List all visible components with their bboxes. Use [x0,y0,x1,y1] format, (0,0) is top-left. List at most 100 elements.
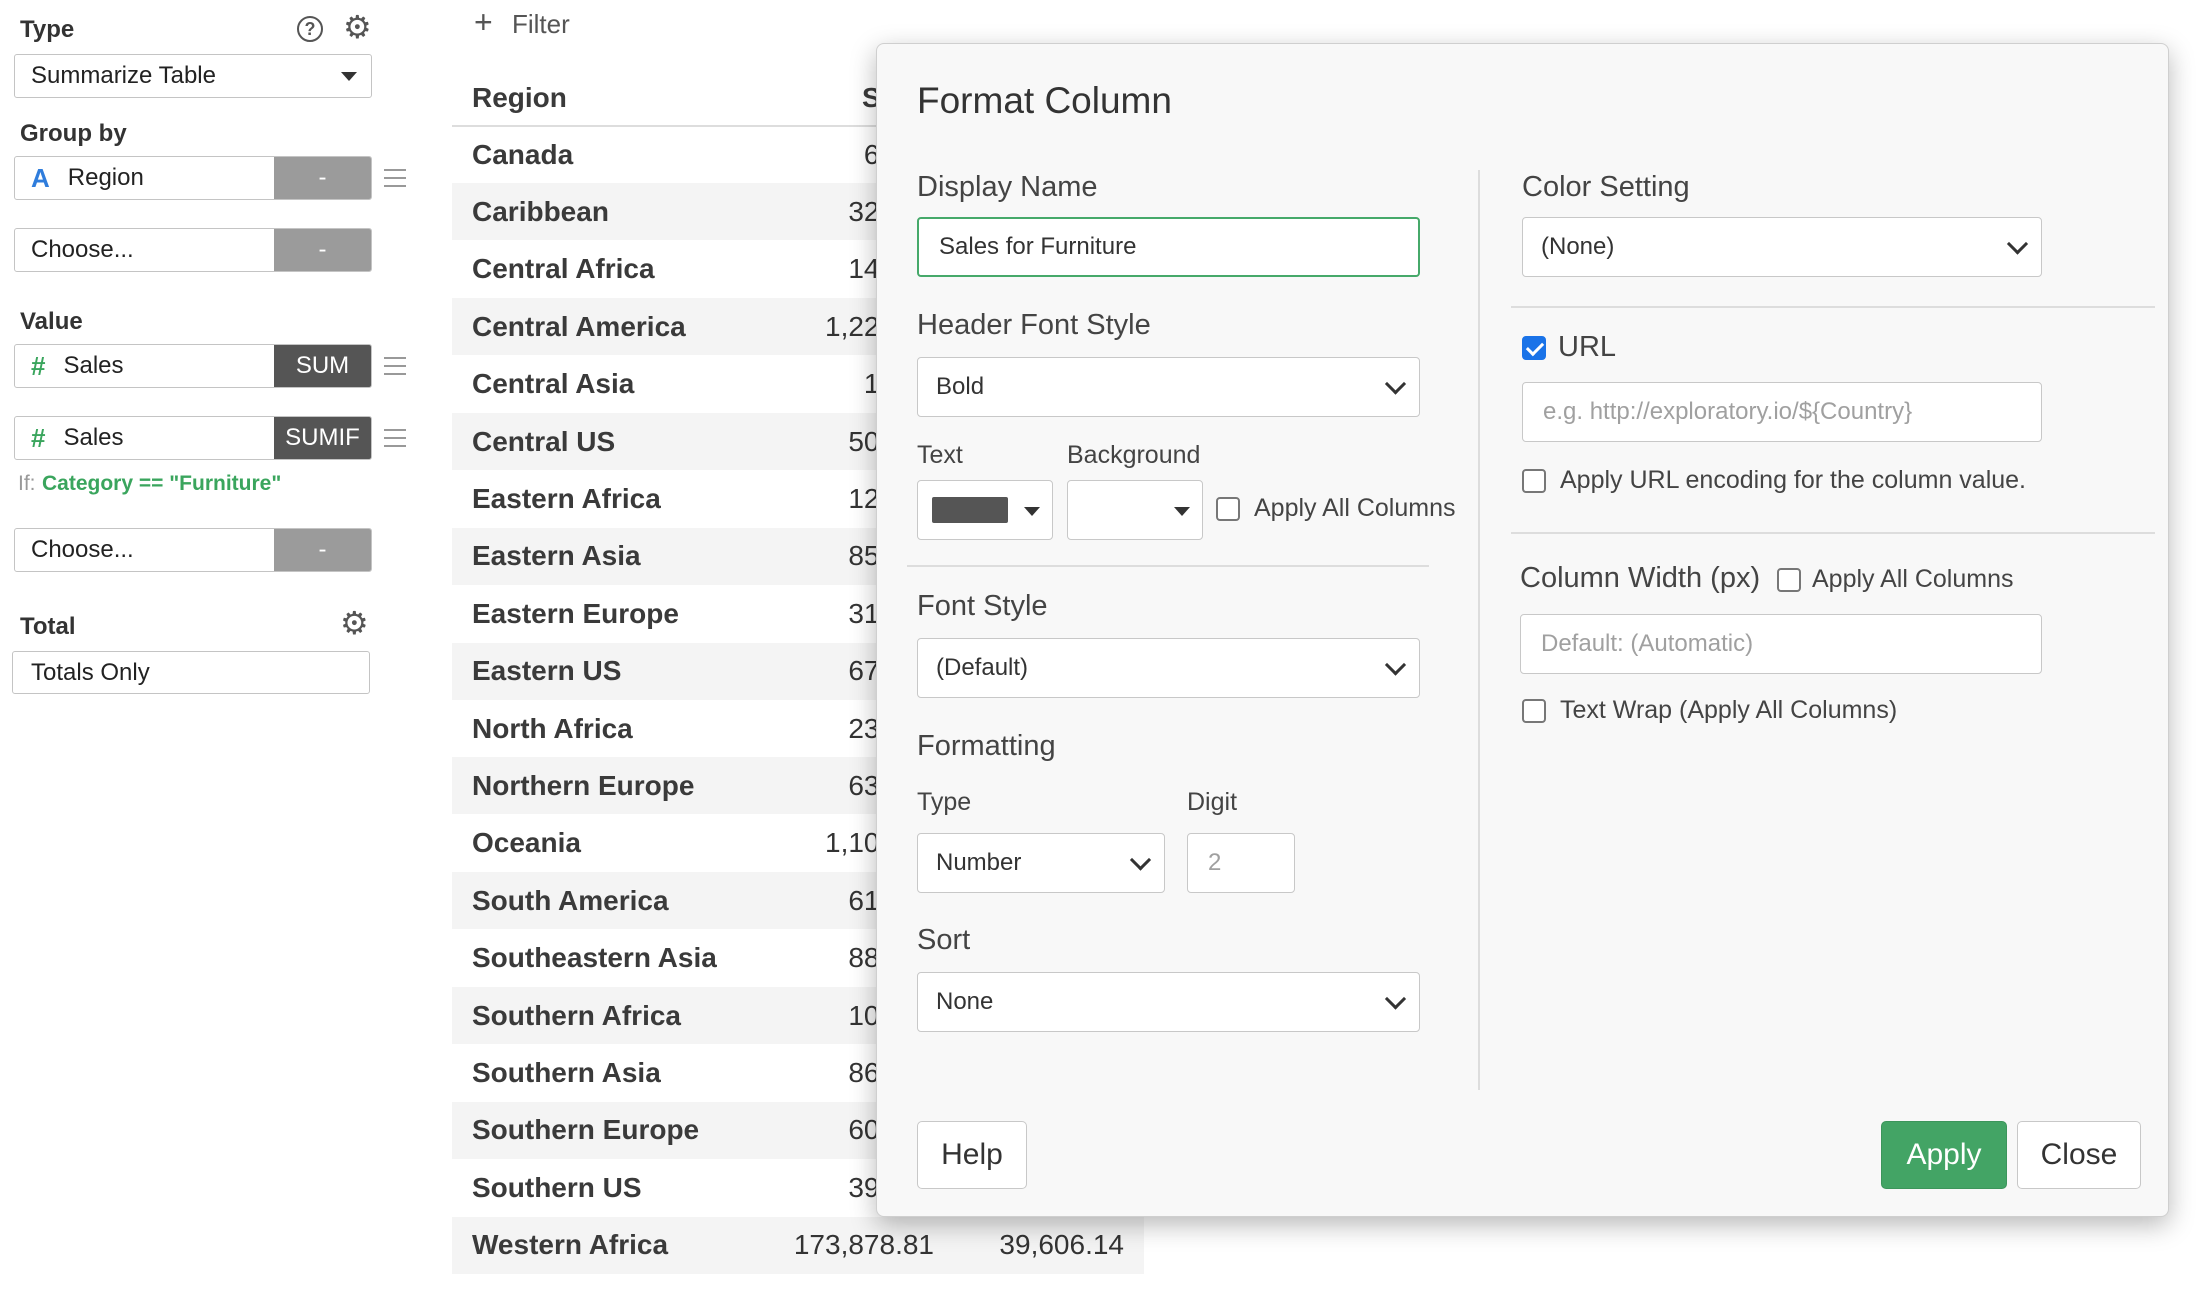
group-by-pill-choose[interactable]: Choose... - [14,228,372,272]
region-cell: Canada [472,138,574,170]
sort-select[interactable]: None [917,972,1420,1032]
table-header-region[interactable]: Region [472,82,567,114]
column-width-apply-all-checkbox[interactable] [1777,568,1801,592]
header-font-style-label: Header Font Style [917,309,1151,341]
format-type-label: Type [917,788,972,816]
region-cell: Central Asia [472,368,635,400]
sort-label: Sort [917,924,971,956]
region-cell: Central Africa [472,253,655,285]
gear-icon[interactable]: ⚙ [343,11,372,43]
group-by-pill-region[interactable]: A Region - [14,156,372,200]
value-pill-sum[interactable]: # Sales SUM [14,344,372,388]
drag-handle-icon[interactable] [384,429,406,453]
formatting-label: Formatting [917,730,1056,762]
column-width-input[interactable] [1520,614,2042,674]
apply-all-columns-color-label: Apply All Columns [1254,494,1456,522]
text-color-picker[interactable] [917,480,1053,540]
close-button[interactable]: Close [2017,1121,2141,1189]
drag-handle-icon[interactable] [384,357,406,381]
sales-furniture-cell: 39,606.14 [999,1229,1124,1261]
chevron-down-icon [1384,654,1407,676]
text-type-icon: A [31,162,50,193]
value-label: Value [20,308,83,335]
region-cell: Caribbean [472,195,609,227]
value-choose: Choose... [31,536,134,563]
region-cell: Southern Africa [472,999,681,1031]
type-label: Type [20,16,75,43]
region-cell: Oceania [472,827,581,859]
group-by-agg-button[interactable]: - [274,157,371,199]
text-color-label: Text [917,441,963,469]
color-setting-value: (None) [1541,233,1615,260]
chevron-down-icon [1384,373,1407,395]
region-cell: North Africa [472,712,633,744]
apply-button[interactable]: Apply [1881,1121,2007,1189]
help-button[interactable]: Help [917,1121,1027,1189]
text-wrap-label: Text Wrap (Apply All Columns) [1560,696,1898,724]
url-encoding-checkbox[interactable] [1522,469,1546,493]
region-cell: Southern Asia [472,1056,661,1088]
header-font-style-value: Bold [936,373,985,400]
value-pill-choose[interactable]: Choose... - [14,528,372,572]
sort-value: None [936,988,994,1015]
total-label: Total [20,613,76,640]
gear-icon[interactable]: ⚙ [340,607,369,639]
value-choose-agg-button[interactable]: - [274,529,371,571]
url-input[interactable] [1522,382,2042,442]
region-cell: Eastern Africa [472,482,661,514]
group-by-choose-agg-button[interactable]: - [274,229,371,271]
chevron-down-icon [2006,233,2029,255]
apply-all-columns-color-checkbox[interactable] [1216,497,1240,521]
caret-down-icon [1174,507,1190,516]
region-cell: Eastern US [472,655,622,687]
font-style-label: Font Style [917,590,1048,622]
value-pill-sumif[interactable]: # Sales SUMIF [14,416,372,460]
text-wrap-checkbox[interactable] [1522,699,1546,723]
caret-down-icon [1024,507,1040,516]
help-icon[interactable]: ? [297,16,323,42]
digit-label: Digit [1187,788,1238,816]
url-label: URL [1558,331,1617,363]
region-cell: Southern Europe [472,1114,700,1146]
region-cell: Central US [472,425,616,457]
value-agg-button[interactable]: SUMIF [274,417,371,459]
display-name-input[interactable] [917,217,1420,277]
url-encoding-label: Apply URL encoding for the column value. [1560,466,2027,494]
chevron-down-icon [1129,849,1152,871]
header-font-style-select[interactable]: Bold [917,357,1420,417]
condition-expression[interactable]: Category == "Furniture" [42,472,281,496]
add-filter-icon[interactable]: + [474,4,493,41]
format-column-dialog: Format Column Display Name Header Font S… [876,43,2169,1217]
region-cell: South America [472,884,669,916]
background-color-picker[interactable] [1067,480,1203,540]
region-cell: Western Africa [472,1229,669,1261]
font-style-value: (Default) [936,654,1029,681]
value-field: Sales [63,424,124,451]
region-cell: Northern Europe [472,769,695,801]
region-cell: Southeastern Asia [472,942,717,974]
drag-handle-icon[interactable] [384,169,406,193]
section-divider [907,565,1429,567]
dialog-title: Format Column [917,80,1172,121]
number-type-icon: # [31,422,46,453]
url-checkbox[interactable] [1522,336,1546,360]
font-style-select[interactable]: (Default) [917,638,1420,698]
color-setting-label: Color Setting [1522,171,1690,203]
background-color-label: Background [1067,441,1201,469]
format-type-select[interactable]: Number [917,833,1165,893]
section-divider [1511,306,2155,308]
total-select[interactable]: Totals Only [12,651,370,694]
group-by-field: Region [67,164,144,191]
digit-input[interactable] [1187,833,1295,893]
type-select[interactable]: Summarize Table [14,54,372,98]
group-by-label: Group by [20,120,127,147]
table-row[interactable]: Western Africa 173,878.81 39,606.14 [452,1216,1144,1274]
value-agg-button[interactable]: SUM [274,345,371,387]
filter-button[interactable]: Filter [512,9,570,40]
color-setting-select[interactable]: (None) [1522,217,2042,277]
display-name-label: Display Name [917,171,1098,203]
chevron-down-icon [1384,988,1407,1010]
column-divider [1478,170,1480,1090]
format-type-value: Number [936,849,1022,876]
column-width-label: Column Width (px) [1520,562,1761,594]
